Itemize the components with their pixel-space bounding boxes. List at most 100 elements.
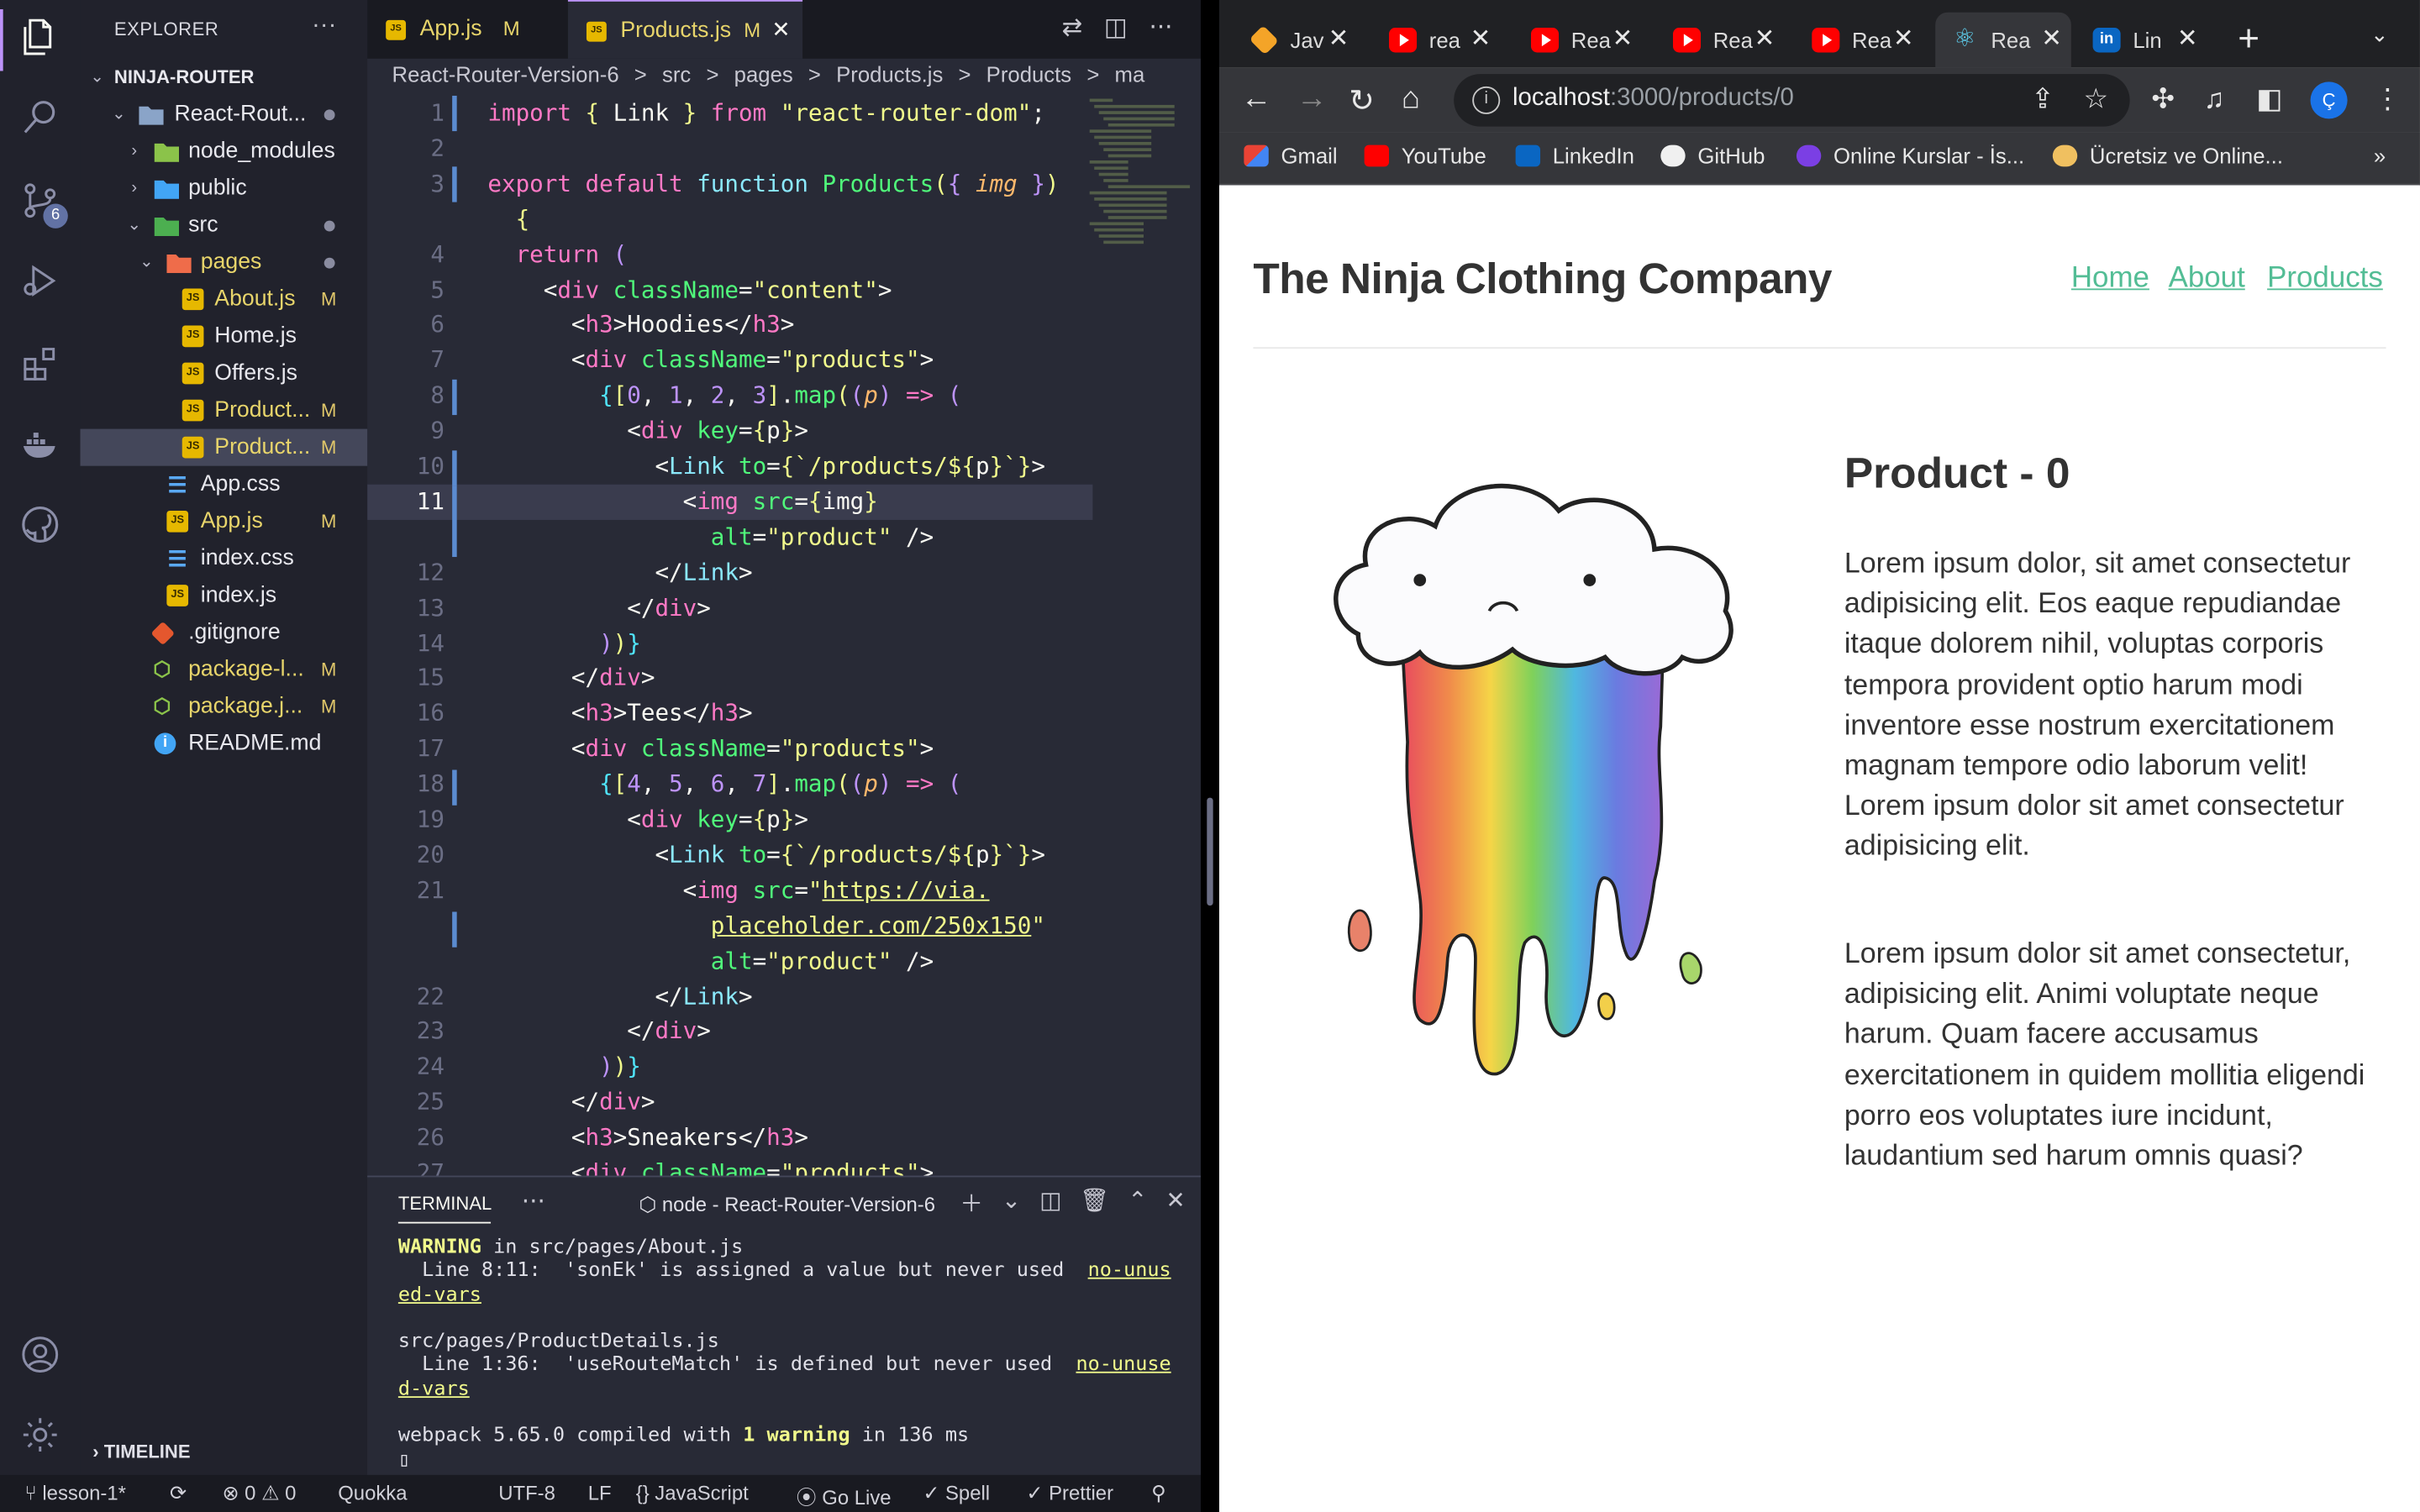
extensions-puzzle-icon[interactable]: ✣	[2151, 83, 2175, 116]
close-icon[interactable]: ✕	[2177, 13, 2198, 68]
terminal-selector[interactable]: ⬡ node - React-Router-Version-6	[639, 1193, 935, 1217]
code-line[interactable]: 6 <h3>Hoodies</h3>	[367, 307, 1092, 343]
tree-file-app-css[interactable]: ☰ App.css	[81, 466, 368, 503]
browser-tab[interactable]: Jav ✕	[1234, 13, 1358, 68]
eslint-rule-link[interactable]: d-vars	[398, 1378, 470, 1401]
close-icon[interactable]: ✕	[771, 2, 790, 60]
bookmark-github[interactable]: GitHub	[1660, 144, 1765, 168]
code-line[interactable]: 2	[367, 131, 1092, 166]
more-bookmarks-icon[interactable]: »	[2374, 144, 2386, 168]
tree-file-readme[interactable]: i README.md	[81, 725, 368, 762]
code-line[interactable]: 25 </div>	[367, 1085, 1092, 1121]
prettier-status[interactable]: ✓ Prettier	[1026, 1481, 1113, 1505]
code-line[interactable]: 7 <div className="products">	[367, 343, 1092, 378]
tree-folder-root[interactable]: ⌄ React-Rout...	[81, 96, 368, 133]
terminal-tab[interactable]: TERMINAL	[397, 1193, 492, 1224]
tree-file-products[interactable]: JS Product... M	[80, 428, 368, 466]
code-line[interactable]: 19 <div key={p}>	[367, 802, 1092, 837]
breadcrumb-item[interactable]: ma	[1115, 61, 1145, 86]
breadcrumb-item[interactable]: React-Router-Version-6	[392, 61, 619, 86]
git-change-marker[interactable]	[452, 166, 457, 202]
git-change-marker[interactable]	[452, 95, 457, 132]
tree-folder-src[interactable]: ⌄ src	[81, 207, 368, 244]
browser-tab[interactable]: rea ✕	[1374, 13, 1501, 68]
code-line[interactable]: 24 ))}	[367, 1050, 1092, 1085]
bookmark-linkedin[interactable]: LinkedIn	[1515, 144, 1634, 168]
tree-file-offers[interactable]: JS Offers.js	[81, 354, 368, 391]
bookmark-star-icon[interactable]: ☆	[2084, 83, 2109, 116]
more-actions-icon[interactable]: ···	[522, 1186, 545, 1215]
code-line[interactable]: 16 <h3>Tees</h3>	[367, 696, 1092, 732]
tree-file-app-js[interactable]: JS App.js M	[81, 503, 368, 540]
close-icon[interactable]: ✕	[2041, 13, 2062, 68]
code-line[interactable]: 4 return (	[367, 237, 1092, 272]
code-line[interactable]: 1 import { Link } from "react-router-dom"…	[367, 96, 1092, 131]
site-info-icon[interactable]: i	[1472, 86, 1501, 114]
terminal-output[interactable]: WARNING in src/pages/About.js Line 8:11:…	[398, 1236, 1171, 1472]
close-icon[interactable]: ✕	[1165, 1186, 1185, 1219]
code-line[interactable]: 18 {[4, 5, 6, 7].map((p) => (	[367, 767, 1092, 802]
git-change-marker[interactable]	[452, 379, 457, 416]
code-line[interactable]: 17 <div className="products">	[367, 732, 1092, 767]
tree-file-index-css[interactable]: ☰ index.css	[81, 540, 368, 577]
browser-tab-active[interactable]: ⚛ Rea ✕	[1935, 12, 2071, 68]
browser-tab[interactable]: in Lin ✕	[2077, 13, 2207, 68]
bookmark-ucretsiz[interactable]: Ücretsiz ve Online...	[2052, 144, 2283, 168]
tree-folder-public[interactable]: › public	[81, 170, 368, 207]
nav-home-link[interactable]: Home	[2071, 262, 2149, 296]
add-terminal-icon[interactable]: ＋	[960, 1186, 983, 1219]
tree-file-package-json[interactable]: ⬡ package.j... M	[81, 688, 368, 725]
docker-icon[interactable]	[18, 423, 61, 465]
code-line[interactable]: alt="product" />	[367, 520, 1092, 555]
code-line[interactable]: 12 </Link>	[367, 555, 1092, 591]
kebab-menu-icon[interactable]: ⋮	[2374, 83, 2402, 116]
code-line[interactable]: 8 {[0, 1, 2, 3].map((p) => (	[367, 378, 1092, 413]
close-icon[interactable]: ✕	[1612, 13, 1634, 68]
tab-products-js[interactable]: JS Products.js M ✕	[567, 0, 803, 60]
browser-tab[interactable]: Rea ✕	[1516, 13, 1643, 68]
share-icon[interactable]: ⇪	[2031, 83, 2054, 116]
git-change-marker[interactable]	[452, 486, 457, 558]
code-line[interactable]: {	[367, 202, 1092, 237]
breadcrumb-item[interactable]: src	[662, 61, 691, 86]
side-panel-icon[interactable]: ◧	[2256, 83, 2282, 116]
timeline-section[interactable]: › TIMELINE	[92, 1441, 190, 1462]
go-live-button[interactable]: ⦿ Go Live	[797, 1481, 892, 1510]
encoding-status[interactable]: UTF-8	[498, 1481, 555, 1504]
code-line[interactable]: 27 <div className="products">	[367, 1156, 1092, 1175]
language-status[interactable]: {} JavaScript	[636, 1481, 749, 1504]
back-arrow-icon[interactable]: ←	[1241, 81, 1272, 117]
feedback-icon[interactable]: ⚲	[1151, 1481, 1166, 1505]
profile-avatar[interactable]: Ç	[2310, 81, 2348, 119]
code-line[interactable]: 14 ))}	[367, 626, 1092, 661]
nav-about-link[interactable]: About	[2169, 262, 2245, 296]
bookmark-online-kurslar[interactable]: Online Kurslar - İs...	[1796, 144, 2024, 168]
code-line[interactable]: 26 <h3>Sneakers</h3>	[367, 1121, 1092, 1156]
github-icon[interactable]	[18, 503, 61, 546]
breadcrumb-item[interactable]: Products	[986, 61, 1071, 86]
trash-icon[interactable]: 🗑	[1080, 1186, 1109, 1219]
code-line[interactable]: 9 <div key={p}>	[367, 413, 1092, 449]
quokka-status[interactable]: Quokka	[338, 1481, 407, 1504]
tab-app-js[interactable]: JS App.js M	[367, 0, 565, 59]
code-editor[interactable]: 1 import { Link } from "react-router-dom"…	[367, 95, 1201, 1176]
reload-icon[interactable]: ↻	[1349, 81, 1375, 120]
maximize-panel-icon[interactable]: ⌃	[1128, 1186, 1147, 1219]
browser-tab[interactable]: Rea ✕	[1797, 13, 1923, 68]
tab-search-chevron-icon[interactable]: ⌄	[2370, 22, 2389, 48]
code-line[interactable]: 21 <img src="https://via.	[367, 873, 1092, 908]
compare-changes-icon[interactable]: ⇄	[1062, 13, 1083, 42]
problems-indicator[interactable]: ⊗ 0 ⚠ 0	[222, 1481, 296, 1505]
editor-scrollbar[interactable]	[1179, 96, 1213, 1176]
code-line[interactable]: placeholder.com/250x150"	[367, 908, 1092, 943]
spell-status[interactable]: ✓ Spell	[923, 1481, 990, 1505]
more-actions-icon[interactable]: ···	[312, 13, 336, 40]
tree-file-about[interactable]: JS About.js M	[81, 281, 368, 318]
tree-file-home[interactable]: JS Home.js	[81, 318, 368, 354]
bookmark-gmail[interactable]: Gmail	[1244, 144, 1338, 168]
explorer-icon[interactable]	[18, 15, 61, 58]
git-change-marker[interactable]	[452, 769, 457, 806]
code-line[interactable]: 5 <div className="content">	[367, 272, 1092, 307]
eol-status[interactable]: LF	[588, 1481, 612, 1504]
address-bar[interactable]: i localhost:3000/products/0 ⇪ ☆	[1454, 74, 2130, 127]
